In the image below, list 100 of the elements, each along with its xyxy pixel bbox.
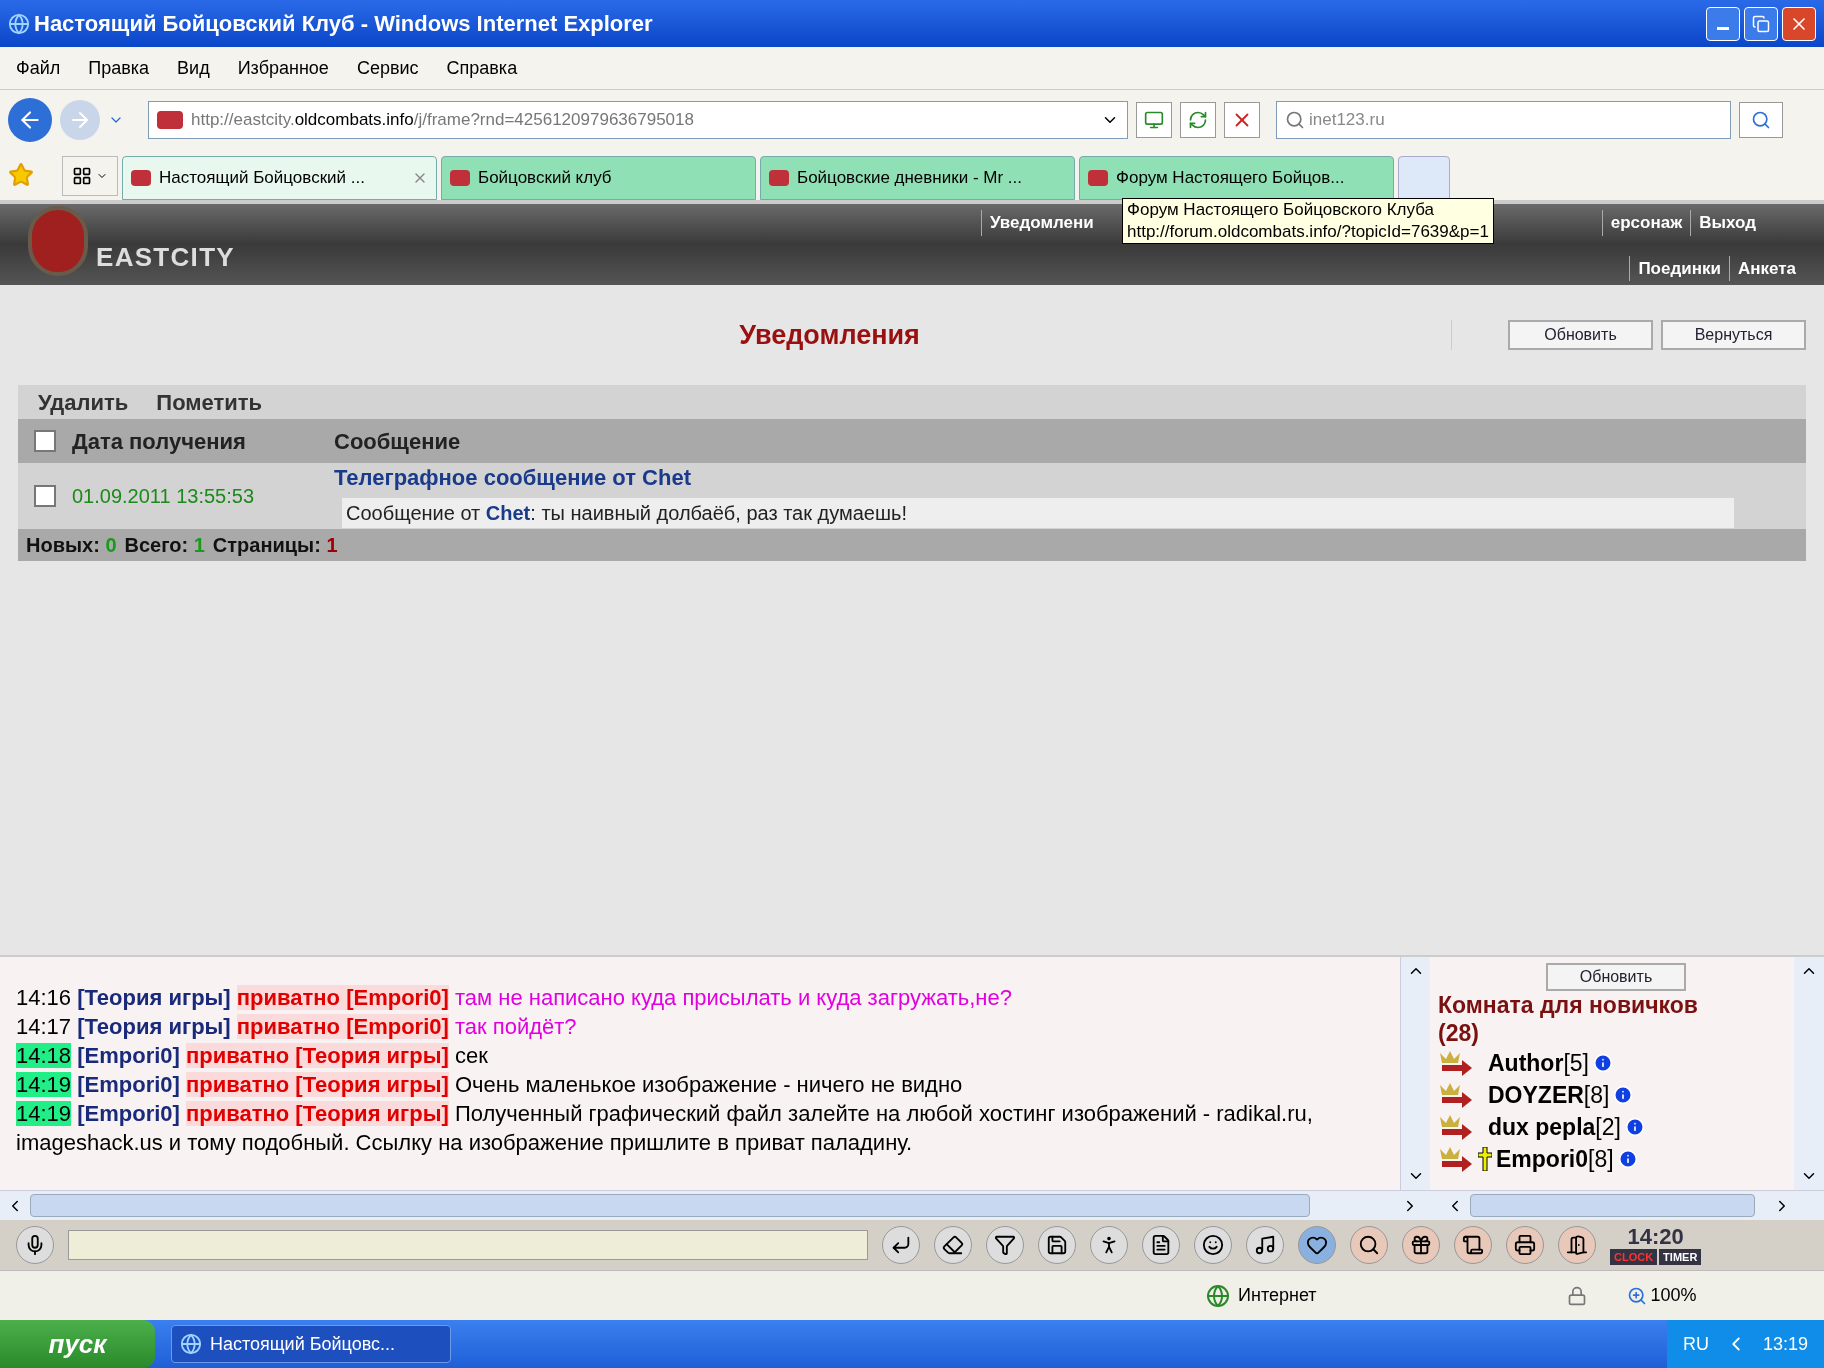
printer-icon[interactable] [1506, 1226, 1544, 1264]
browser-tab[interactable]: Бойцовский клуб [441, 156, 756, 200]
chat-message: 14:19 [Empori0] приватно [Теория игры] Очень маленькое изображение - ничего не видно [16, 1071, 964, 1099]
browser-tab[interactable]: Форум Настоящего Бойцов... [1079, 156, 1394, 200]
scrollbar-thumb[interactable] [1470, 1194, 1755, 1217]
save-icon[interactable] [1038, 1226, 1076, 1264]
globe-icon [1206, 1283, 1230, 1308]
search-button[interactable] [1739, 102, 1783, 138]
menu-item[interactable]: Избранное [237, 54, 329, 82]
browser-tab[interactable]: Бойцовские дневники - Mr ... [760, 156, 1075, 200]
info-icon[interactable] [1617, 1149, 1638, 1169]
action-link[interactable]: Пометить [156, 385, 263, 419]
minimize-button[interactable] [1706, 6, 1740, 41]
menu-item[interactable]: Правка [88, 54, 150, 82]
browser-icon [180, 1333, 202, 1355]
language-indicator[interactable]: RU [1682, 1330, 1709, 1358]
info-icon[interactable] [1592, 1053, 1613, 1073]
menu-item[interactable]: Файл [16, 54, 61, 82]
menu-item[interactable]: Сервис [356, 54, 419, 82]
window-title: Настоящий Бойцовский Клуб - Windows Internet Explorer [34, 10, 653, 38]
action-link[interactable]: Удалить [38, 385, 129, 419]
stop-button[interactable] [1224, 102, 1260, 138]
footer-stat: Всего: 1 [124, 533, 205, 558]
clock-time: 14:20 [1627, 1224, 1684, 1249]
zone-label: Интернет [1238, 1284, 1317, 1307]
header-link[interactable]: Анкета [1728, 255, 1804, 281]
header-link[interactable]: ерсонаж [1601, 210, 1691, 236]
logo-emblem-icon [28, 206, 88, 276]
search-field[interactable]: inet123.ru [1276, 101, 1731, 139]
scrollbar-thumb[interactable] [30, 1194, 1310, 1217]
start-button[interactable]: пуск [0, 1320, 155, 1368]
tooltip-title: Форум Настоящего Бойцовского Клуба [1127, 199, 1435, 221]
chat-message: 14:18 [Empori0] приватно [Теория игры] сек [16, 1042, 489, 1070]
person-icon[interactable] [1090, 1226, 1128, 1264]
row-checkbox[interactable] [34, 485, 56, 507]
date-cell-text: 01.09.2011 13:55:53 [72, 484, 256, 509]
site-icon [157, 111, 183, 129]
monitor-icon [1144, 110, 1164, 130]
cross-icon [1478, 1147, 1492, 1171]
site-logo: EASTCITY [96, 241, 235, 274]
browser-tab[interactable]: Настоящий Бойцовский ... [122, 156, 437, 200]
send-icon[interactable] [882, 1226, 920, 1264]
restore-icon [1752, 14, 1770, 33]
menu-item[interactable]: Справка [446, 54, 518, 82]
close-button[interactable] [1782, 6, 1816, 41]
address-field[interactable]: http://eastcity.oldcombats.info/j/frame?rnd=4256120979636795018 [148, 101, 1128, 139]
header-link[interactable]: Поединки [1629, 255, 1729, 281]
music-icon[interactable] [1246, 1226, 1284, 1264]
chat-message: 14:17 [Теория игры] приватно [Empori0] так пойдёт? [16, 1013, 578, 1041]
refresh-button[interactable]: Обновить [1546, 963, 1686, 991]
tab-favicon-icon [450, 170, 470, 186]
page-button[interactable]: Вернуться [1661, 320, 1806, 350]
search-icon [1751, 110, 1771, 130]
footer-stat: Страницы: 1 [212, 533, 338, 558]
document-icon[interactable] [1142, 1226, 1180, 1264]
restore-button[interactable] [1744, 6, 1778, 41]
tab-favicon-icon [769, 170, 789, 186]
column-header: Дата получения [72, 427, 247, 456]
tab-favicon-icon [131, 170, 151, 186]
system-clock: 13:19 [1762, 1332, 1808, 1356]
minimize-icon [1717, 27, 1729, 30]
select-all-checkbox[interactable] [34, 430, 56, 452]
page-title: Уведомления [739, 318, 920, 352]
message-subject[interactable]: Телеграфное сообщение от Chet [334, 460, 1790, 494]
search-icon [1285, 110, 1305, 130]
taskbar-window-button[interactable]: Настоящий Бойцовс... [171, 1325, 451, 1363]
column-header: Сообщение [334, 427, 461, 456]
refresh-icon [1188, 110, 1208, 130]
exit-icon[interactable] [1558, 1226, 1596, 1264]
compatibility-button[interactable] [1136, 102, 1172, 138]
eraser-icon[interactable] [934, 1226, 972, 1264]
header-link[interactable]: Выход [1690, 210, 1764, 236]
chat-input[interactable] [68, 1230, 868, 1260]
new-tab-button[interactable] [1398, 156, 1450, 200]
footer-stat: Новых: 0 [26, 533, 117, 558]
info-icon[interactable] [1624, 1117, 1645, 1137]
zoom-icon [1626, 1285, 1647, 1306]
smile-icon[interactable] [1194, 1226, 1232, 1264]
search-input[interactable]: inet123.ru [1309, 107, 1722, 133]
message-text: Сообщение от Chet: ты наивный долбаёб, раз так думаешь! [342, 497, 1734, 528]
grid-icon [72, 166, 92, 186]
search-icon[interactable] [1350, 1226, 1388, 1264]
page-button[interactable]: Обновить [1508, 320, 1653, 350]
scroll-icon[interactable] [1454, 1226, 1492, 1264]
room-title: Комната для новичков (28) [1438, 991, 1699, 1047]
clock-tab[interactable]: TIMER [1659, 1248, 1702, 1266]
tab-favicon-icon [1088, 170, 1108, 186]
chat-message: 14:16 [Теория игры] приватно [Empori0] там не написано куда присылать и куда загружать,не? [16, 984, 1013, 1012]
header-link[interactable]: Уведомлени [980, 210, 1102, 236]
filter-icon[interactable] [986, 1226, 1024, 1264]
quick-tabs-button[interactable] [62, 156, 118, 196]
refresh-button[interactable] [1180, 102, 1216, 138]
info-icon[interactable] [1613, 1085, 1634, 1105]
zoom-control[interactable]: 100% [1626, 1282, 1697, 1309]
browser-icon [8, 12, 30, 35]
menu-item[interactable]: Вид [177, 54, 210, 82]
chat-message: 14:19 [Empori0] приватно [Теория игры] Полученный графический файл залейте на любой хостинг изображений - radikal.ru, imageshack.us и тому подобный. Ссылку на изображение пришлите в приват паладину. [16, 1100, 1314, 1157]
lock-icon[interactable] [1566, 1285, 1587, 1306]
back-button[interactable] [8, 98, 52, 142]
tooltip-url: http://forum.oldcombats.info/?topicId=7639&p=1 [1127, 221, 1489, 243]
